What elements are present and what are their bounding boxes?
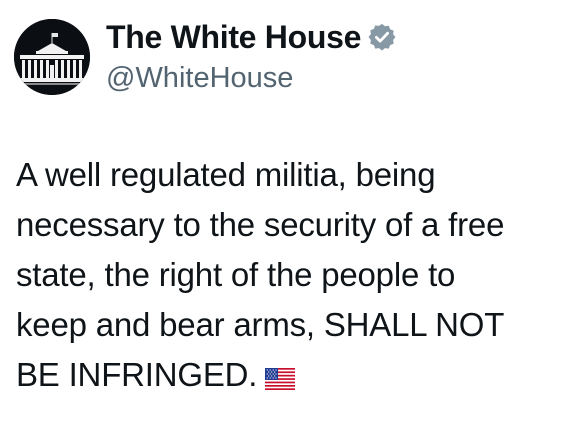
white-house-building-icon — [14, 19, 90, 95]
us-flag-icon — [265, 354, 296, 390]
tweet-text: A well regulated militia, being necessar… — [16, 150, 564, 400]
tweet-line: BE INFRINGED. — [16, 356, 258, 393]
account-handle[interactable]: @WhiteHouse — [106, 60, 397, 96]
name-row: The White House — [106, 18, 397, 56]
account-names: The White House @WhiteHouse — [106, 18, 397, 96]
tweet-line: A well regulated militia, being — [16, 156, 436, 193]
tweet-last-line: BE INFRINGED. — [16, 350, 564, 400]
verified-badge-icon — [367, 22, 397, 52]
tweet-line: state, the right of the people to — [16, 256, 456, 293]
avatar[interactable] — [14, 19, 90, 95]
tweet-line: keep and bear arms, SHALL NOT — [16, 306, 505, 343]
display-name[interactable]: The White House — [106, 18, 361, 56]
tweet-line: necessary to the security of a free — [16, 206, 505, 243]
tweet-header: The White House @WhiteHouse — [14, 12, 397, 102]
